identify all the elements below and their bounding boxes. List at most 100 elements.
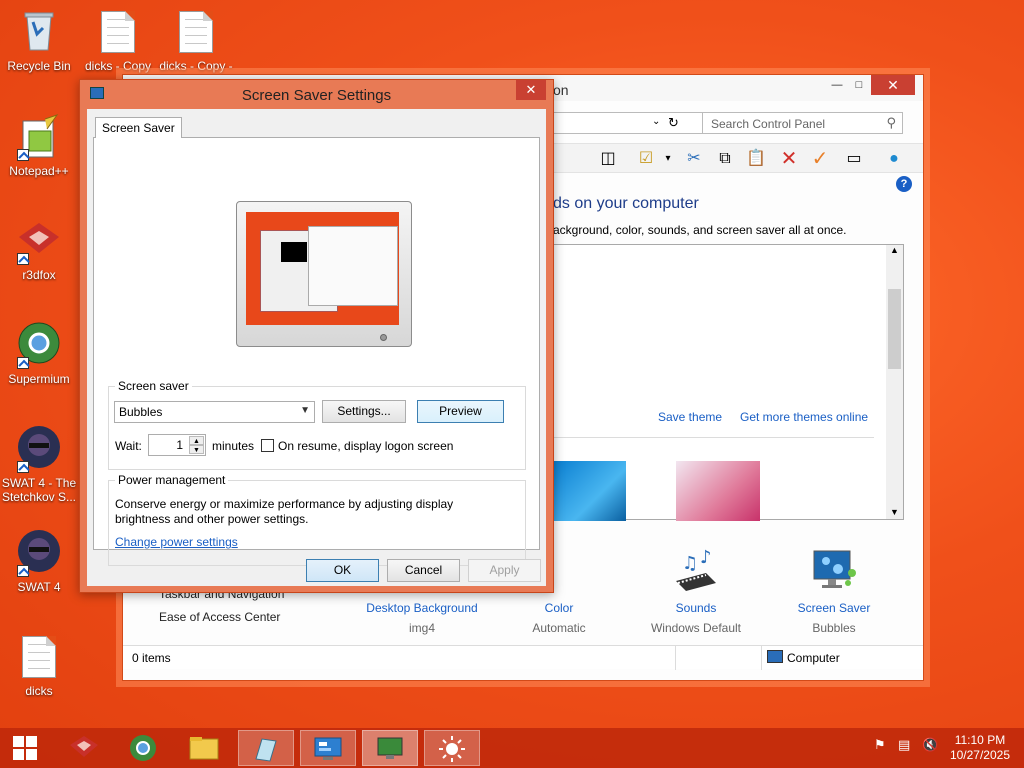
desktop-icon-dicks-copy[interactable]: dicks - Copy (80, 8, 156, 73)
resume-label[interactable]: On resume, display logon screen (278, 439, 453, 453)
globe-icon[interactable]: ● (883, 149, 905, 169)
scroll-thumb[interactable] (888, 289, 901, 369)
wait-stepper[interactable]: 1 ▲ ▼ (148, 434, 206, 456)
clock[interactable]: 11:10 PM 10/27/2025 (950, 733, 1010, 763)
desktop-icon-swat4-stetchkov[interactable]: SWAT 4 - The Stetchkov S... (1, 425, 77, 504)
toolbar: ◫ ☑ ▾ ✂ ⧉ 📋 ✕ ✓ ▭ ● (553, 143, 923, 173)
computer-icon (767, 650, 783, 663)
supermium-icon (15, 321, 63, 369)
preview-button[interactable]: Preview (417, 400, 504, 423)
maximize-button[interactable]: □ (845, 75, 873, 95)
help-icon[interactable]: ? (896, 176, 912, 192)
shortcut-arrow-icon (17, 357, 29, 369)
copy-icon[interactable]: ⧉ (714, 149, 736, 169)
color-value: Automatic (532, 621, 586, 635)
dialog-close-button[interactable]: ✕ (516, 80, 546, 100)
search-icon[interactable]: ⚲ (886, 115, 896, 131)
desktop-icon-dicks-copy-2[interactable]: dicks - Copy - (158, 8, 234, 73)
save-theme-link[interactable]: Save theme (658, 410, 722, 424)
volume-muted-icon[interactable]: 🔇 (922, 737, 938, 753)
dropdown-icon[interactable]: ▾ (657, 149, 679, 169)
folder-icon (189, 737, 219, 760)
taskbar-control-panel[interactable] (300, 730, 356, 766)
paste-icon[interactable]: 📋 (745, 149, 767, 169)
properties-icon[interactable]: ☑ (635, 149, 657, 169)
power-management-caption: Power management (115, 473, 229, 487)
screen-saver-item[interactable]: Screen Saver Bubbles (769, 547, 899, 635)
taskbar-supermium[interactable] (115, 730, 171, 766)
settings-button[interactable]: Settings... (322, 400, 406, 423)
desktop-icon-label: dicks (25, 684, 53, 698)
desktop-icon-label: Notepad++ (9, 164, 69, 178)
close-button[interactable]: ✕ (871, 75, 915, 95)
page-heading: ds on your computer (553, 195, 699, 212)
clock-date: 10/27/2025 (949, 748, 1010, 762)
action-center-flag-icon[interactable]: ⚑ (874, 737, 886, 753)
scroll-down-icon[interactable]: ▼ (886, 507, 903, 517)
rename-icon[interactable]: ▭ (843, 149, 865, 169)
scroll-up-icon[interactable]: ▲ (886, 245, 903, 255)
desktop-icon-recycle-bin[interactable]: Recycle Bin (1, 8, 77, 73)
sounds-item[interactable]: ♫ ♪ Sounds Windows Default (631, 547, 761, 635)
desktop-icon-r3dfox[interactable]: r3dfox (1, 217, 77, 282)
desktop-icon-label: Recycle Bin (7, 59, 71, 73)
preview-black-box (281, 242, 307, 262)
taskbar-app-brightness[interactable] (424, 730, 480, 766)
screen-saver-settings-dialog: Screen Saver Settings ✕ Screen Saver Scr… (79, 79, 554, 593)
checkmark-icon[interactable]: ✓ (809, 149, 831, 169)
taskbar-app-1[interactable] (238, 730, 294, 766)
themes-scrollbar[interactable]: ▲ ▼ (886, 245, 903, 519)
chevron-down-icon[interactable]: ⌄ (652, 116, 660, 127)
desktop-icon-label: SWAT 4 - The Stetchkov S... (1, 476, 77, 504)
theme-thumbnail[interactable] (676, 461, 760, 521)
cancel-button[interactable]: Cancel (387, 559, 460, 582)
page-subheading: ackground, color, sounds, and screen sav… (553, 223, 847, 237)
text-file-icon (94, 8, 142, 56)
notebook-icon (255, 738, 277, 762)
desktop-icon-swat4[interactable]: SWAT 4 (1, 529, 77, 594)
search-input[interactable]: Search Control Panel ⚲ (702, 112, 903, 134)
network-icon[interactable]: ▤ (898, 737, 910, 753)
resume-checkbox[interactable] (261, 439, 274, 452)
taskbar: ⚑ ▤ 🔇 11:10 PM 10/27/2025 (0, 728, 1024, 768)
taskbar-file-explorer[interactable] (176, 730, 232, 766)
apply-button[interactable]: Apply (468, 559, 541, 582)
tab-screen-saver[interactable]: Screen Saver (95, 117, 182, 138)
screen-saver-select[interactable]: Bubbles ▼ (114, 401, 315, 423)
shortcut-arrow-icon (17, 253, 29, 265)
desktop-icon-dicks[interactable]: dicks (1, 633, 77, 698)
r3dfox-icon (15, 217, 63, 265)
wait-value[interactable]: 1 (176, 438, 183, 452)
svg-text:♫: ♫ (682, 553, 698, 574)
cut-icon[interactable]: ✂ (683, 149, 705, 169)
layout-icon[interactable]: ◫ (597, 149, 619, 169)
see-also-ease-of-access-link[interactable]: Ease of Access Center (159, 610, 280, 624)
taskbar-screen-saver-settings[interactable] (362, 730, 418, 766)
theme-thumbnail[interactable] (554, 461, 626, 521)
start-button[interactable] (0, 730, 50, 766)
desktop-icon-notepadpp[interactable]: Notepad++ (1, 113, 77, 178)
get-more-themes-link[interactable]: Get more themes online (740, 410, 868, 424)
desktop-icon-supermium[interactable]: Supermium (1, 321, 77, 386)
stepper-up-icon[interactable]: ▲ (189, 436, 204, 445)
r3dfox-icon (70, 736, 98, 757)
stepper-down-icon[interactable]: ▼ (189, 445, 204, 454)
clock-time: 11:10 PM (954, 733, 1006, 747)
refresh-icon[interactable]: ↻ (668, 115, 679, 131)
screen-saver-icon (769, 547, 899, 597)
taskbar-r3dfox[interactable] (56, 730, 112, 766)
desktop-background-label: Desktop Background (366, 601, 478, 615)
notepadpp-icon (15, 113, 63, 161)
chevron-down-icon[interactable]: ▼ (300, 405, 310, 416)
delete-icon[interactable]: ✕ (778, 149, 800, 169)
screen-saver-group-caption: Screen saver (115, 379, 192, 393)
window-title: on (553, 82, 569, 98)
screen-saver-value: Bubbles (812, 621, 856, 635)
ok-button[interactable]: OK (306, 559, 379, 582)
status-divider (675, 646, 676, 670)
swat4-icon (15, 529, 63, 577)
change-power-settings-link[interactable]: Change power settings (115, 535, 238, 549)
desktop-icon-label: Supermium (8, 372, 70, 386)
themes-list[interactable]: ▲ ▼ Save theme Get more themes online (553, 244, 904, 521)
status-bar: 0 items Computer (123, 645, 923, 670)
